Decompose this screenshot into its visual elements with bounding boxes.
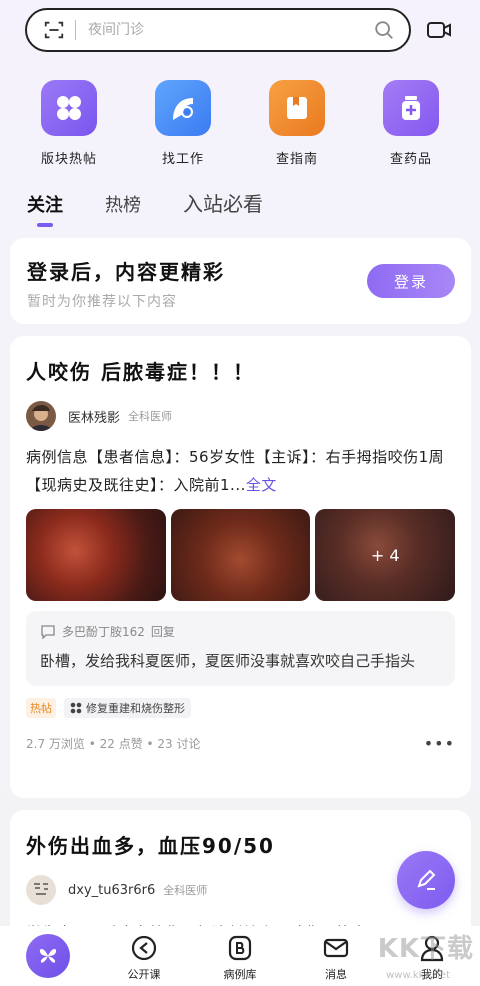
nav-messages[interactable]: 消息 bbox=[296, 934, 376, 982]
tab-must-read[interactable]: 入站必看 bbox=[183, 188, 263, 217]
topic-tag[interactable]: 修复重建和烧伤整形 bbox=[64, 698, 191, 718]
quick-link-label: 版块热帖 bbox=[40, 152, 97, 167]
reply-user: 多巴酚丁胺162 bbox=[62, 625, 145, 639]
nav-label: 病例库 bbox=[223, 968, 257, 981]
quick-link-guide[interactable]: 查指南 bbox=[247, 80, 347, 167]
post-tags: 热帖 修复重建和烧伤整形 bbox=[26, 698, 455, 718]
post-body-text: 病例信息【患者信息】：56岁女性【主诉】：右手拇指咬伤1周【现病史及既往史】：入… bbox=[26, 448, 445, 494]
quick-links: 版块热帖 找工作 查指南 查药品 bbox=[0, 80, 480, 167]
quick-link-label: 找工作 bbox=[161, 152, 204, 167]
search-separator bbox=[75, 20, 76, 40]
reply-label: 回复 bbox=[150, 625, 175, 639]
grid-icon bbox=[70, 702, 82, 714]
post-images: + 4 bbox=[26, 509, 456, 601]
quick-link-label: 查药品 bbox=[389, 152, 432, 167]
tab-hot-list[interactable]: 热榜 bbox=[105, 191, 141, 217]
reply-head: 多巴酚丁胺162 回复 bbox=[40, 623, 441, 640]
post-stats: 2.7 万浏览 • 22 点赞 • 23 讨论 ••• bbox=[26, 734, 455, 753]
tab-follow[interactable]: 关注 bbox=[27, 191, 63, 227]
nav-open-course[interactable]: 公开课 bbox=[104, 934, 184, 982]
quick-link-find-job[interactable]: 找工作 bbox=[133, 80, 233, 167]
post-image[interactable] bbox=[170, 509, 311, 601]
more-images-count[interactable]: + 4 bbox=[315, 509, 455, 601]
search-icon[interactable] bbox=[373, 19, 395, 41]
avatar[interactable] bbox=[26, 401, 56, 431]
pen-icon bbox=[417, 869, 436, 890]
post-title[interactable]: 外伤出血多，血压90/50 bbox=[26, 830, 455, 859]
video-call-icon[interactable] bbox=[425, 16, 453, 44]
play-circle-icon bbox=[131, 935, 157, 961]
post-card[interactable]: 人咬伤 后脓毒症！！！ 医林残影 全科医师 病例信息【患者信息】：56岁女性【主… bbox=[10, 336, 471, 798]
watermark-url: www.kkx.net bbox=[386, 970, 450, 981]
medicine-icon bbox=[383, 80, 439, 136]
more-options-icon[interactable]: ••• bbox=[424, 734, 455, 753]
reply-text: 卧槽，发给我科夏医师，夏医师没事就喜欢咬自己手指头 bbox=[40, 652, 416, 670]
topic-label: 修复重建和烧伤整形 bbox=[86, 702, 185, 715]
search-box[interactable] bbox=[25, 8, 411, 52]
nav-home[interactable] bbox=[8, 934, 88, 978]
hot-tag[interactable]: 热帖 bbox=[26, 698, 56, 718]
quick-link-board-hot[interactable]: 版块热帖 bbox=[19, 80, 119, 167]
post-author[interactable]: 医林残影 全科医师 bbox=[26, 401, 455, 431]
grid-icon bbox=[41, 80, 97, 136]
scan-icon[interactable] bbox=[43, 19, 65, 41]
fulltext-link[interactable]: 全文 bbox=[246, 476, 277, 494]
login-card: 登录后，内容更精彩 暂时为你推荐以下内容 登录 bbox=[10, 238, 471, 324]
avatar[interactable] bbox=[26, 875, 56, 905]
quick-link-medicine[interactable]: 查药品 bbox=[361, 80, 461, 167]
watermark: KK下载 bbox=[377, 934, 474, 964]
mail-icon bbox=[323, 938, 349, 958]
post-title[interactable]: 人咬伤 后脓毒症！！！ bbox=[26, 356, 455, 385]
nav-label: 公开课 bbox=[127, 968, 161, 981]
post-author[interactable]: dxy_tu63r6r6 全科医师 bbox=[26, 875, 455, 905]
post-image[interactable]: + 4 bbox=[315, 509, 456, 601]
search-row bbox=[25, 8, 466, 52]
job-icon bbox=[155, 80, 211, 136]
reply-box[interactable]: 多巴酚丁胺162 回复 卧槽，发给我科夏医师，夏医师没事就喜欢咬自己手指头 bbox=[26, 611, 455, 686]
stats-text: 2.7 万浏览 • 22 点赞 • 23 讨论 bbox=[26, 737, 201, 751]
comment-icon bbox=[41, 624, 55, 639]
author-role: 全科医师 bbox=[128, 410, 173, 423]
nav-label: 消息 bbox=[325, 968, 347, 981]
author-role: 全科医师 bbox=[163, 884, 208, 897]
author-name[interactable]: 医林残影 bbox=[68, 407, 120, 426]
login-button[interactable]: 登录 bbox=[367, 264, 455, 298]
book-icon bbox=[269, 80, 325, 136]
author-name[interactable]: dxy_tu63r6r6 bbox=[68, 883, 155, 898]
search-input[interactable] bbox=[88, 22, 373, 38]
quick-link-label: 查指南 bbox=[275, 152, 318, 167]
compose-button[interactable] bbox=[397, 851, 455, 909]
post-image[interactable] bbox=[26, 509, 166, 601]
home-butterfly-icon bbox=[26, 934, 70, 978]
post-body[interactable]: 病例信息【患者信息】：56岁女性【主诉】：右手拇指咬伤1周【现病史及既往史】：入… bbox=[26, 443, 455, 499]
nav-case-library[interactable]: 病例库 bbox=[200, 934, 280, 982]
case-library-icon bbox=[228, 935, 252, 961]
feed-tabs: 关注 热榜 入站必看 bbox=[27, 188, 305, 227]
